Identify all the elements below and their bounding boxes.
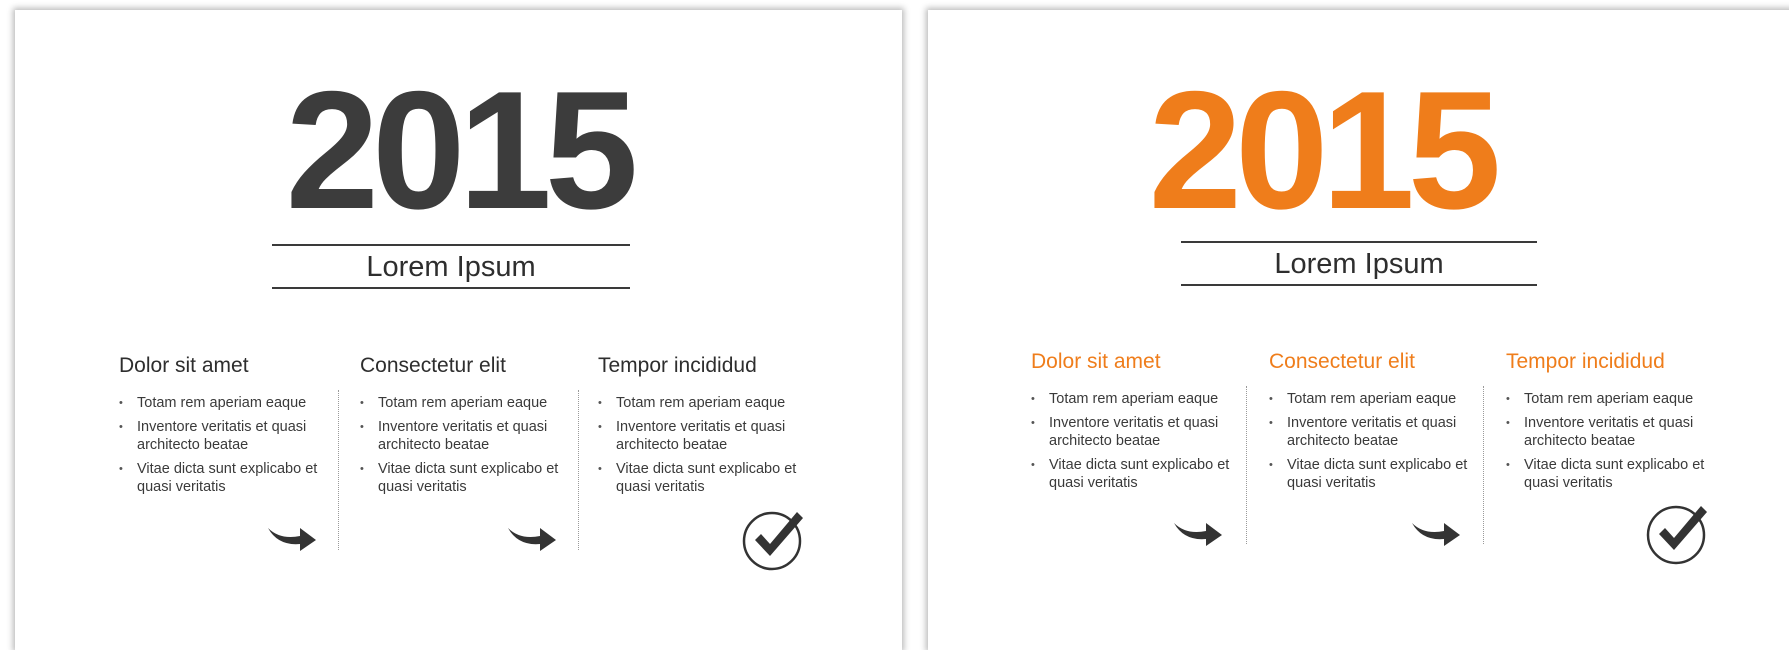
bullet-list: Totam rem aperiam eaque Inventore verita… xyxy=(1031,390,1231,498)
year-title: 2015 xyxy=(285,56,639,244)
list-item: Vitae dicta sunt explicabo et quasi veri… xyxy=(360,460,560,496)
column-heading: Consectetur elit xyxy=(360,354,506,377)
list-item: Inventore veritatis et quasi architecto … xyxy=(360,418,560,454)
year-title: 2015 xyxy=(1148,56,1502,244)
list-item: Vitae dicta sunt explicabo et quasi veri… xyxy=(119,460,319,496)
bullet-list: Totam rem aperiam eaque Inventore verita… xyxy=(119,394,319,502)
bullet-list: Totam rem aperiam eaque Inventore verita… xyxy=(360,394,560,502)
list-item: Inventore veritatis et quasi architecto … xyxy=(598,418,808,454)
list-item: Inventore veritatis et quasi architecto … xyxy=(1269,414,1469,450)
column-divider xyxy=(1246,386,1247,544)
column-heading: Tempor incididud xyxy=(598,354,757,377)
column-heading: Consectetur elit xyxy=(1269,350,1415,373)
list-item: Inventore veritatis et quasi architecto … xyxy=(1506,414,1706,450)
arrow-icon xyxy=(268,528,316,551)
list-item: Totam rem aperiam eaque xyxy=(360,394,560,412)
list-item: Totam rem aperiam eaque xyxy=(1506,390,1706,408)
title-rule-top xyxy=(1181,241,1537,243)
subtitle: Lorem Ipsum xyxy=(366,251,536,283)
column-1: Dolor sit amet Totam rem aperiam eaque I… xyxy=(1031,350,1231,491)
list-item: Vitae dicta sunt explicabo et quasi veri… xyxy=(1269,456,1469,492)
title-rule-top xyxy=(272,244,630,246)
slide-dark: 2015 Lorem Ipsum Dolor sit amet Totam re… xyxy=(15,10,902,650)
column-2: Consectetur elit Totam rem aperiam eaque… xyxy=(360,354,560,495)
list-item: Inventore veritatis et quasi architecto … xyxy=(1031,414,1231,450)
column-divider xyxy=(1483,386,1484,544)
column-divider xyxy=(338,390,339,550)
title-rule-bottom xyxy=(272,287,630,289)
list-item: Totam rem aperiam eaque xyxy=(1031,390,1231,408)
subtitle: Lorem Ipsum xyxy=(1274,248,1444,280)
list-item: Totam rem aperiam eaque xyxy=(598,394,808,412)
list-item: Totam rem aperiam eaque xyxy=(1269,390,1469,408)
column-divider xyxy=(578,390,579,550)
title-rule-bottom xyxy=(1181,284,1537,286)
arrow-icon xyxy=(1412,523,1460,546)
column-heading: Dolor sit amet xyxy=(119,354,249,377)
arrow-icon xyxy=(1174,523,1222,546)
column-3: Tempor incididud Totam rem aperiam eaque… xyxy=(598,354,808,495)
arrow-icon xyxy=(508,528,556,551)
bullet-list: Totam rem aperiam eaque Inventore verita… xyxy=(598,394,808,502)
column-1: Dolor sit amet Totam rem aperiam eaque I… xyxy=(119,354,319,495)
check-circle-icon xyxy=(742,511,803,571)
list-item: Inventore veritatis et quasi architecto … xyxy=(119,418,319,454)
list-item: Totam rem aperiam eaque xyxy=(119,394,319,412)
bullet-list: Totam rem aperiam eaque Inventore verita… xyxy=(1269,390,1469,498)
slide-orange: 2015 Lorem Ipsum Dolor sit amet Totam re… xyxy=(928,10,1789,650)
column-2: Consectetur elit Totam rem aperiam eaque… xyxy=(1269,350,1469,491)
column-heading: Dolor sit amet xyxy=(1031,350,1161,373)
list-item: Vitae dicta sunt explicabo et quasi veri… xyxy=(1031,456,1231,492)
column-3: Tempor incididud Totam rem aperiam eaque… xyxy=(1506,350,1706,491)
bullet-list: Totam rem aperiam eaque Inventore verita… xyxy=(1506,390,1706,498)
check-circle-icon xyxy=(1646,505,1707,565)
list-item: Vitae dicta sunt explicabo et quasi veri… xyxy=(598,460,808,496)
column-heading: Tempor incididud xyxy=(1506,350,1665,373)
list-item: Vitae dicta sunt explicabo et quasi veri… xyxy=(1506,456,1706,492)
